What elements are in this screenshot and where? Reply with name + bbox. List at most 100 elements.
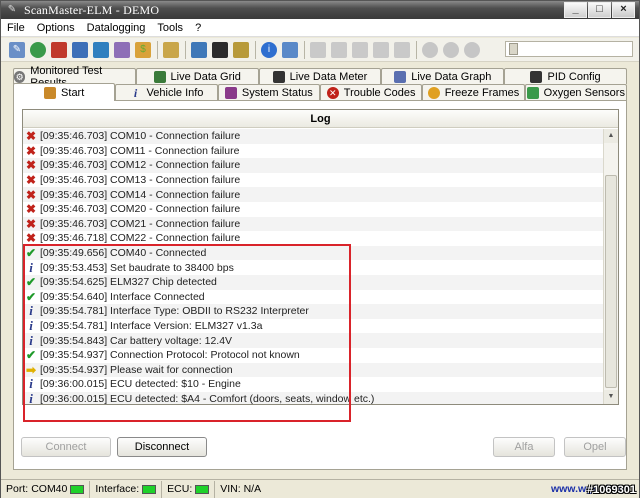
- terminal-icon[interactable]: [212, 41, 228, 58]
- log-row[interactable]: ✔ [09:35:54.937] Connection Protocol: Pro…: [23, 348, 603, 363]
- status-port: Port: COM40: [1, 480, 91, 498]
- tab-freeze-frames[interactable]: Freeze Frames: [422, 84, 525, 100]
- graph-icon[interactable]: [114, 41, 130, 58]
- log-row[interactable]: ✖ [09:35:46.703] COM11 - Connection failu…: [23, 144, 603, 159]
- dollar-icon[interactable]: $: [135, 41, 151, 58]
- playback-slider[interactable]: [505, 41, 633, 57]
- info-icon[interactable]: i: [261, 41, 277, 58]
- tab-live-data-graph[interactable]: Live Data Graph: [381, 68, 505, 84]
- globe-icon[interactable]: [30, 41, 46, 58]
- port-led-icon: [70, 484, 85, 494]
- trouble-codes-icon[interactable]: [51, 41, 67, 58]
- tab-pid-config[interactable]: PID Config: [504, 68, 627, 84]
- ruler-icon[interactable]: [310, 41, 326, 58]
- log-row-text: [09:35:46.703] COM13 - Connection failur…: [40, 174, 241, 187]
- menu-help[interactable]: ?: [189, 19, 207, 37]
- minimize-button[interactable]: _: [564, 2, 587, 18]
- maximize-button[interactable]: □: [588, 2, 611, 18]
- tab-monitored-test-results[interactable]: ⚙ Monitored Test Results: [13, 65, 136, 89]
- tab-label: Live Data Meter: [289, 70, 368, 83]
- status-vin: VIN: N/A: [215, 481, 266, 498]
- menu-tools[interactable]: Tools: [151, 19, 189, 37]
- tab-live-data-grid[interactable]: Live Data Grid: [135, 68, 259, 84]
- log-row[interactable]: ✖ [09:35:46.703] COM20 - Connection failu…: [23, 202, 603, 217]
- log-row-text: [09:36:00.015] ECU detected: $10 - Engin…: [40, 378, 241, 391]
- log-row[interactable]: ✖ [09:35:46.703] COM14 - Connection failu…: [23, 187, 603, 202]
- gear-icon: ⚙: [14, 70, 26, 83]
- log-row-text: [09:35:53.453] Set baudrate to 38400 bps: [40, 261, 234, 274]
- log-row[interactable]: ✔ [09:35:49.656] COM40 - Connected: [23, 245, 603, 261]
- alfa-button[interactable]: Alfa: [493, 437, 555, 457]
- log-row[interactable]: i [09:35:54.843] Car battery voltage: 12.…: [23, 333, 603, 348]
- log-row[interactable]: i [09:36:00.015] ECU detected: $10 - Engi…: [23, 377, 603, 392]
- close-button[interactable]: ×: [612, 2, 635, 18]
- error-x-icon: ✖: [25, 202, 37, 217]
- clipboard-icon[interactable]: [163, 41, 179, 58]
- menu-options[interactable]: Options: [31, 19, 81, 37]
- tab-oxygen-sensors[interactable]: Oxygen Sensors: [524, 84, 627, 100]
- log-row[interactable]: ✖ [09:35:46.703] COM13 - Connection failu…: [23, 173, 603, 188]
- open-file-icon[interactable]: [352, 41, 368, 58]
- tab-label: PID Config: [547, 70, 601, 83]
- grid-icon[interactable]: [72, 41, 88, 58]
- connect-button[interactable]: Connect: [21, 437, 111, 457]
- disconnect-button[interactable]: Disconnect: [117, 437, 207, 457]
- log-row[interactable]: ✖ [09:35:46.703] COM10 - Connection failu…: [23, 129, 603, 144]
- error-x-icon: ✖: [25, 231, 37, 246]
- log-row[interactable]: ✖ [09:35:46.703] COM12 - Connection failu…: [23, 158, 603, 173]
- chat-icon[interactable]: [191, 41, 207, 58]
- log-row[interactable]: ✔ [09:35:54.640] Interface Connected: [23, 290, 603, 305]
- log-row-text: [09:35:54.625] ELM327 Chip detected: [40, 276, 217, 289]
- log-row-text: [09:35:54.843] Car battery voltage: 12.4…: [40, 334, 233, 347]
- battery-icon[interactable]: [233, 41, 249, 58]
- log-row-text: [09:35:54.640] Interface Connected: [40, 290, 205, 303]
- error-x-icon: ✖: [25, 187, 37, 202]
- new-file-icon[interactable]: [331, 41, 347, 58]
- image-watermark: #1069301: [587, 484, 636, 496]
- tab-row-top: ⚙ Monitored Test Results Live Data Grid …: [13, 65, 627, 89]
- info-icon: i: [29, 303, 33, 319]
- log-row[interactable]: ➡ [09:35:54.937] Please wait for connecti…: [23, 362, 603, 378]
- log-row-text: [09:36:00.015] ECU detected: $A4 - Comfo…: [40, 392, 375, 404]
- scroll-down-icon[interactable]: ▼: [604, 390, 618, 404]
- print-icon[interactable]: [394, 41, 410, 58]
- record-icon[interactable]: [422, 41, 438, 58]
- tab-live-data-meter[interactable]: Live Data Meter: [258, 68, 382, 84]
- log-row[interactable]: i [09:35:54.781] Interface Version: ELM32…: [23, 319, 603, 334]
- tab-trouble-codes[interactable]: ✕ Trouble Codes: [319, 84, 423, 100]
- scroll-up-icon[interactable]: ▲: [604, 129, 618, 143]
- menu-datalogging[interactable]: Datalogging: [81, 19, 152, 37]
- log-row[interactable]: i [09:36:00.015] ECU detected: $A4 - Comf…: [23, 390, 603, 404]
- log-row-text: [09:35:54.781] Interface Type: OBDII to …: [40, 305, 309, 318]
- log-row[interactable]: i [09:35:54.781] Interface Type: OBDII to…: [23, 304, 603, 319]
- wrench-icon[interactable]: ✎: [9, 41, 25, 58]
- log-panel: Log ✖ [09:35:46.703] COM10 - Connection f…: [22, 109, 619, 405]
- tab-vehicle-info[interactable]: i Vehicle Info: [115, 84, 218, 100]
- log-row[interactable]: ✖ [09:35:46.703] COM21 - Connection failu…: [23, 216, 603, 232]
- log-row[interactable]: ✔ [09:35:54.625] ELM327 Chip detected: [23, 274, 603, 290]
- scrollbar-thumb[interactable]: [605, 175, 617, 388]
- save-icon[interactable]: [373, 41, 389, 58]
- slider-thumb[interactable]: [509, 43, 518, 55]
- ecu-label: ECU:: [167, 483, 193, 495]
- log-row-text: [09:35:49.656] COM40 - Connected: [40, 247, 207, 260]
- log-row[interactable]: ✖ [09:35:46.718] COM22 - Connection failu…: [23, 231, 603, 246]
- log-scrollbar[interactable]: ▲ ▼: [603, 129, 618, 404]
- error-x-icon: ✖: [25, 216, 37, 231]
- tab-label: Trouble Codes: [343, 86, 416, 99]
- log-row-text: [09:35:46.703] COM21 - Connection failur…: [40, 217, 241, 230]
- tab-start[interactable]: Start: [13, 83, 116, 101]
- stop-icon[interactable]: [464, 41, 480, 58]
- info-icon: i: [29, 390, 33, 404]
- opel-button[interactable]: Opel: [564, 437, 626, 457]
- success-check-icon: ✔: [25, 289, 37, 304]
- log-list[interactable]: ✖ [09:35:46.703] COM10 - Connection failu…: [23, 129, 603, 404]
- tab-system-status[interactable]: System Status: [217, 84, 320, 100]
- meter-icon[interactable]: [93, 41, 109, 58]
- log-row[interactable]: i [09:35:53.453] Set baudrate to 38400 bp…: [23, 260, 603, 275]
- error-x-icon: ✖: [25, 158, 37, 173]
- book-icon[interactable]: [282, 41, 298, 58]
- play-icon[interactable]: [443, 41, 459, 58]
- menu-file[interactable]: File: [1, 19, 31, 37]
- title-bar[interactable]: ✎ ScanMaster-ELM - DEMO _ □ ×: [1, 1, 639, 19]
